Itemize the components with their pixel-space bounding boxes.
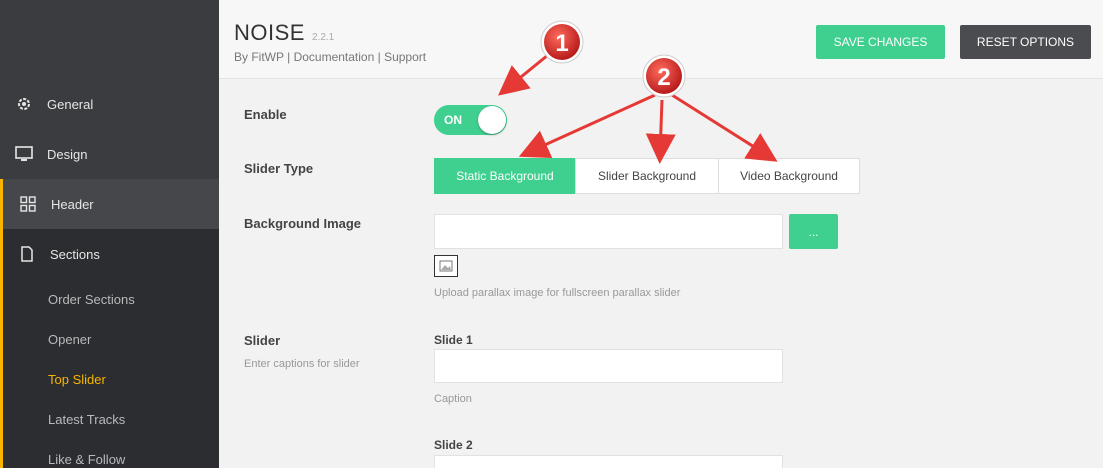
slide-2-label: Slide 2: [434, 438, 473, 452]
submenu-order-sections[interactable]: Order Sections: [48, 292, 135, 307]
sidebar-item-sections[interactable]: Sections: [0, 229, 219, 279]
image-placeholder-icon: [434, 255, 458, 277]
sidebar-item-label: Design: [47, 146, 88, 162]
header-bar: NOISE 2.2.1 By FitWP | Documentation | S…: [219, 0, 1103, 79]
submenu-latest-tracks[interactable]: Latest Tracks: [48, 412, 125, 427]
enable-label: Enable: [244, 107, 287, 122]
background-image-input[interactable]: [434, 214, 783, 249]
slider-type-label: Slider Type: [244, 161, 314, 176]
toggle-text: ON: [444, 113, 462, 127]
static-background-option[interactable]: Static Background: [434, 158, 576, 194]
version-label: 2.2.1: [312, 32, 335, 43]
sidebar-item-label: General: [47, 96, 94, 112]
sidebar-item-header[interactable]: Header: [0, 179, 219, 229]
submenu-like-follow[interactable]: Like & Follow: [48, 452, 125, 467]
byline[interactable]: By FitWP | Documentation | Support: [234, 50, 426, 64]
save-changes-button[interactable]: SAVE CHANGES: [816, 25, 945, 59]
toggle-knob: [478, 106, 506, 134]
sidebar-item-label: Sections: [50, 246, 100, 262]
sidebar-item-general[interactable]: General: [0, 79, 219, 129]
sections-submenu: [0, 279, 219, 468]
slider-help-text: Enter captions for slider: [244, 358, 360, 370]
sidebar-item-label: Header: [51, 196, 94, 212]
upload-help-text: Upload parallax image for fullscreen par…: [434, 287, 681, 299]
sidebar: General Design Header Sections Order Sec…: [0, 0, 219, 468]
slide-2-caption-input[interactable]: [434, 455, 783, 468]
gear-icon: [14, 94, 34, 114]
page-title: NOISE: [234, 20, 305, 45]
video-background-option[interactable]: Video Background: [718, 158, 860, 194]
grid-icon: [18, 194, 38, 214]
slide-1-label: Slide 1: [434, 333, 473, 347]
caption-help-text: Caption: [434, 393, 472, 405]
submenu-top-slider[interactable]: Top Slider: [48, 372, 106, 387]
slider-label: Slider: [244, 333, 281, 348]
page-icon: [17, 244, 37, 264]
reset-options-button[interactable]: RESET OPTIONS: [960, 25, 1091, 59]
slider-background-option[interactable]: Slider Background: [575, 158, 719, 194]
browse-button[interactable]: ...: [789, 214, 838, 249]
background-image-label: Background Image: [244, 216, 362, 231]
enable-toggle[interactable]: ON: [434, 105, 507, 135]
slide-1-caption-input[interactable]: [434, 349, 783, 383]
sidebar-item-design[interactable]: Design: [0, 129, 219, 179]
monitor-icon: [14, 144, 34, 164]
submenu-opener[interactable]: Opener: [48, 332, 91, 347]
